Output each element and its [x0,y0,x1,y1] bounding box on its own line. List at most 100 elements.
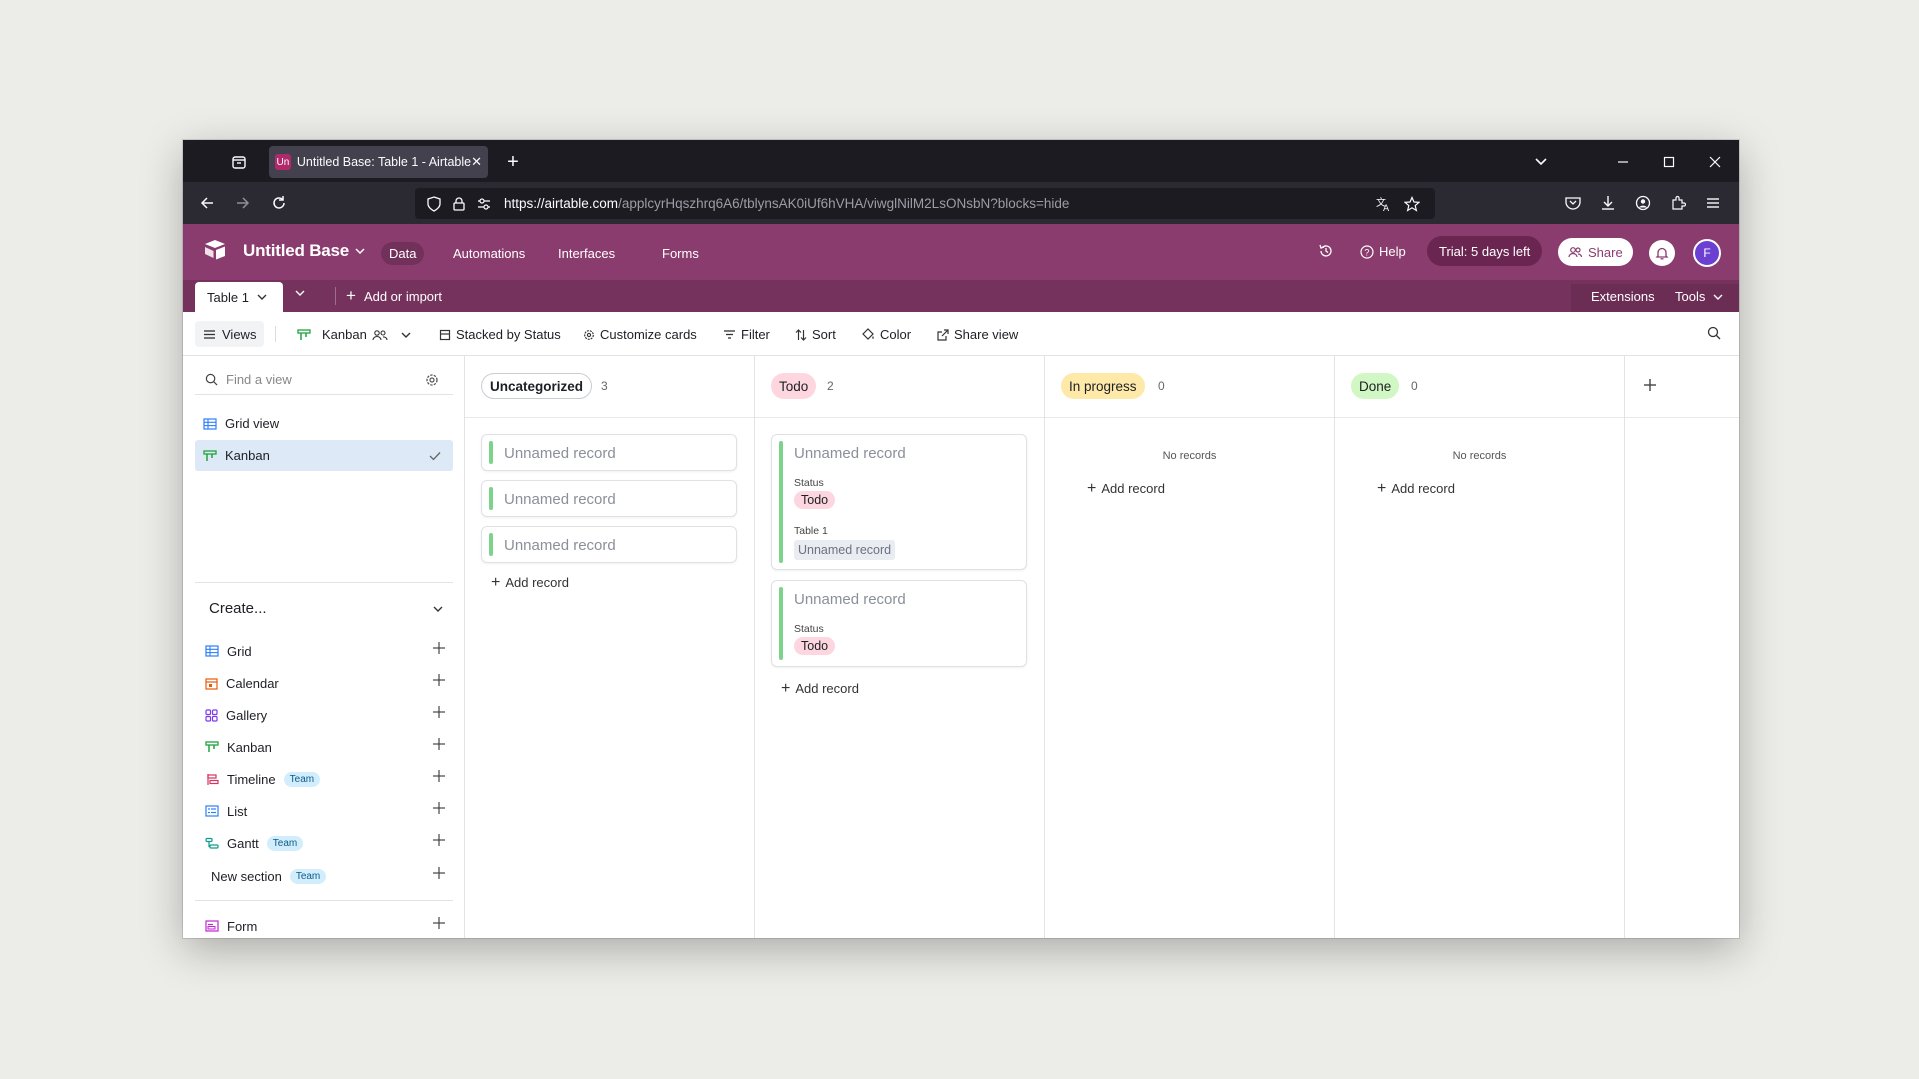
create-section-header[interactable]: Create... [195,582,453,617]
share-button[interactable]: Share [1558,238,1633,266]
shield-icon[interactable] [425,195,443,213]
table-tab[interactable]: Table 1 [195,282,283,312]
maximize-icon[interactable] [1659,152,1679,172]
stacked-by-button[interactable]: Stacked by Status [439,327,561,342]
history-icon[interactable] [1318,243,1334,259]
color-label: Color [880,327,912,342]
create-new-section[interactable]: New section Team [211,863,461,889]
help-button[interactable]: ? Help [1360,244,1406,259]
create-list[interactable]: List [205,798,455,824]
airtable-logo-icon[interactable] [203,239,227,261]
record-card[interactable]: Unnamed record Status Todo [771,580,1027,667]
url-bar[interactable]: https://airtable.com/applcyrHqszhrq6A6/t… [415,188,1435,219]
views-toggle-button[interactable]: Views [195,321,265,347]
reload-icon[interactable] [269,193,289,213]
gear-icon[interactable] [425,373,439,387]
tab-bar: Un Untitled Base: Table 1 - Airtable ✕ + [183,140,1739,182]
stack-label[interactable]: Todo [771,373,817,399]
status-badge: Todo [794,637,836,655]
add-record-button[interactable]: + Add record [491,574,569,590]
tools-button[interactable]: Tools [1675,289,1723,304]
nav-interfaces[interactable]: Interfaces [550,242,623,265]
sort-button[interactable]: Sort [795,327,836,342]
record-card[interactable]: Unnamed record [481,480,737,517]
share-view-button[interactable]: Share view [937,327,1018,342]
firefox-view-icon[interactable] [229,152,249,172]
create-kanban[interactable]: Kanban [205,734,455,760]
timeline-icon [207,773,219,785]
record-card[interactable]: Unnamed record Status Todo Table 1 Unnam… [771,434,1027,570]
downloads-icon[interactable] [1598,193,1618,213]
plus-icon[interactable] [433,674,445,686]
base-name-dropdown[interactable]: Untitled Base [243,241,365,261]
permissions-icon[interactable] [475,195,493,213]
notifications-bell-icon[interactable] [1649,240,1675,266]
close-window-icon[interactable] [1705,152,1725,172]
sidebar-item-kanban[interactable]: Kanban [195,440,453,471]
new-tab-icon[interactable]: + [503,151,523,173]
create-timeline[interactable]: Timeline Team [205,766,455,792]
create-form[interactable]: Form [205,913,455,938]
add-or-import-button[interactable]: + Add or import [335,287,442,305]
plus-icon[interactable] [433,642,445,654]
find-view-field[interactable]: Find a view [195,365,453,395]
add-record-button[interactable]: + Add record [781,680,859,696]
share-view-label: Share view [954,327,1019,342]
plus-icon[interactable] [433,706,445,718]
trial-button[interactable]: Trial: 5 days left [1427,236,1543,266]
close-tab-icon[interactable]: ✕ [471,154,482,170]
kanban-column-done: Done 0 No records + Add record [1335,356,1625,938]
create-gallery[interactable]: Gallery [205,702,455,728]
add-record-button[interactable]: + Add record [1087,480,1165,496]
team-badge: Team [266,835,304,851]
nav-forms[interactable]: Forms [654,242,707,265]
list-tabs-icon[interactable] [1531,152,1551,172]
record-card[interactable]: Unnamed record [481,434,737,471]
record-card[interactable]: Unnamed record [481,526,737,563]
search-icon[interactable] [1707,326,1721,340]
plus-icon[interactable] [433,738,445,750]
browser-tab[interactable]: Un Untitled Base: Table 1 - Airtable ✕ [269,146,488,178]
back-icon[interactable] [197,193,217,213]
extensions-icon[interactable] [1668,193,1688,213]
avatar[interactable]: F [1693,239,1721,267]
create-gantt[interactable]: Gantt Team [205,830,455,856]
table-name: Table 1 [207,289,249,305]
minimize-icon[interactable] [1613,152,1633,172]
plus-icon[interactable] [433,917,445,929]
filter-button[interactable]: Filter [723,327,770,342]
translate-icon[interactable]: 文A [1375,195,1393,213]
customize-cards-button[interactable]: Customize cards [583,327,697,342]
all-tables-dropdown[interactable] [295,289,305,297]
svg-text:A: A [1383,204,1390,212]
menu-icon[interactable] [1703,193,1723,213]
lock-icon[interactable] [450,195,468,213]
extensions-button[interactable]: Extensions [1591,289,1655,304]
plus-icon[interactable] [433,802,445,814]
linked-record-chip[interactable]: Unnamed record [794,540,896,560]
kanban-board: Uncategorized 3 Unnamed record Unnamed r… [465,356,1739,938]
view-name-dropdown[interactable]: Kanban [297,327,411,342]
favicon: Un [275,154,291,170]
add-stack-plus-icon[interactable] [1643,378,1657,392]
nav-automations[interactable]: Automations [445,242,533,265]
plus-icon[interactable] [433,770,445,782]
stack-label[interactable]: Uncategorized [481,373,593,399]
url-text[interactable]: https://airtable.com/applcyrHqszhrq6A6/t… [504,196,1069,211]
plus-icon: + [346,286,356,305]
sidebar-item-grid-view[interactable]: Grid view [195,408,453,439]
color-button[interactable]: Color [861,327,911,342]
plus-icon[interactable] [433,834,445,846]
stack-label[interactable]: Done [1351,373,1400,399]
stack-label[interactable]: In progress [1061,373,1145,399]
pocket-icon[interactable] [1563,193,1583,213]
bookmark-star-icon[interactable] [1403,195,1421,213]
create-calendar[interactable]: Calendar [205,670,455,696]
account-icon[interactable] [1633,193,1653,213]
plus-icon[interactable] [433,867,445,879]
nav-data[interactable]: Data [381,242,425,265]
add-record-button[interactable]: + Add record [1377,480,1455,496]
tab-title: Untitled Base: Table 1 - Airtable [296,155,472,169]
create-grid[interactable]: Grid [205,638,455,664]
forward-icon[interactable] [233,193,253,213]
